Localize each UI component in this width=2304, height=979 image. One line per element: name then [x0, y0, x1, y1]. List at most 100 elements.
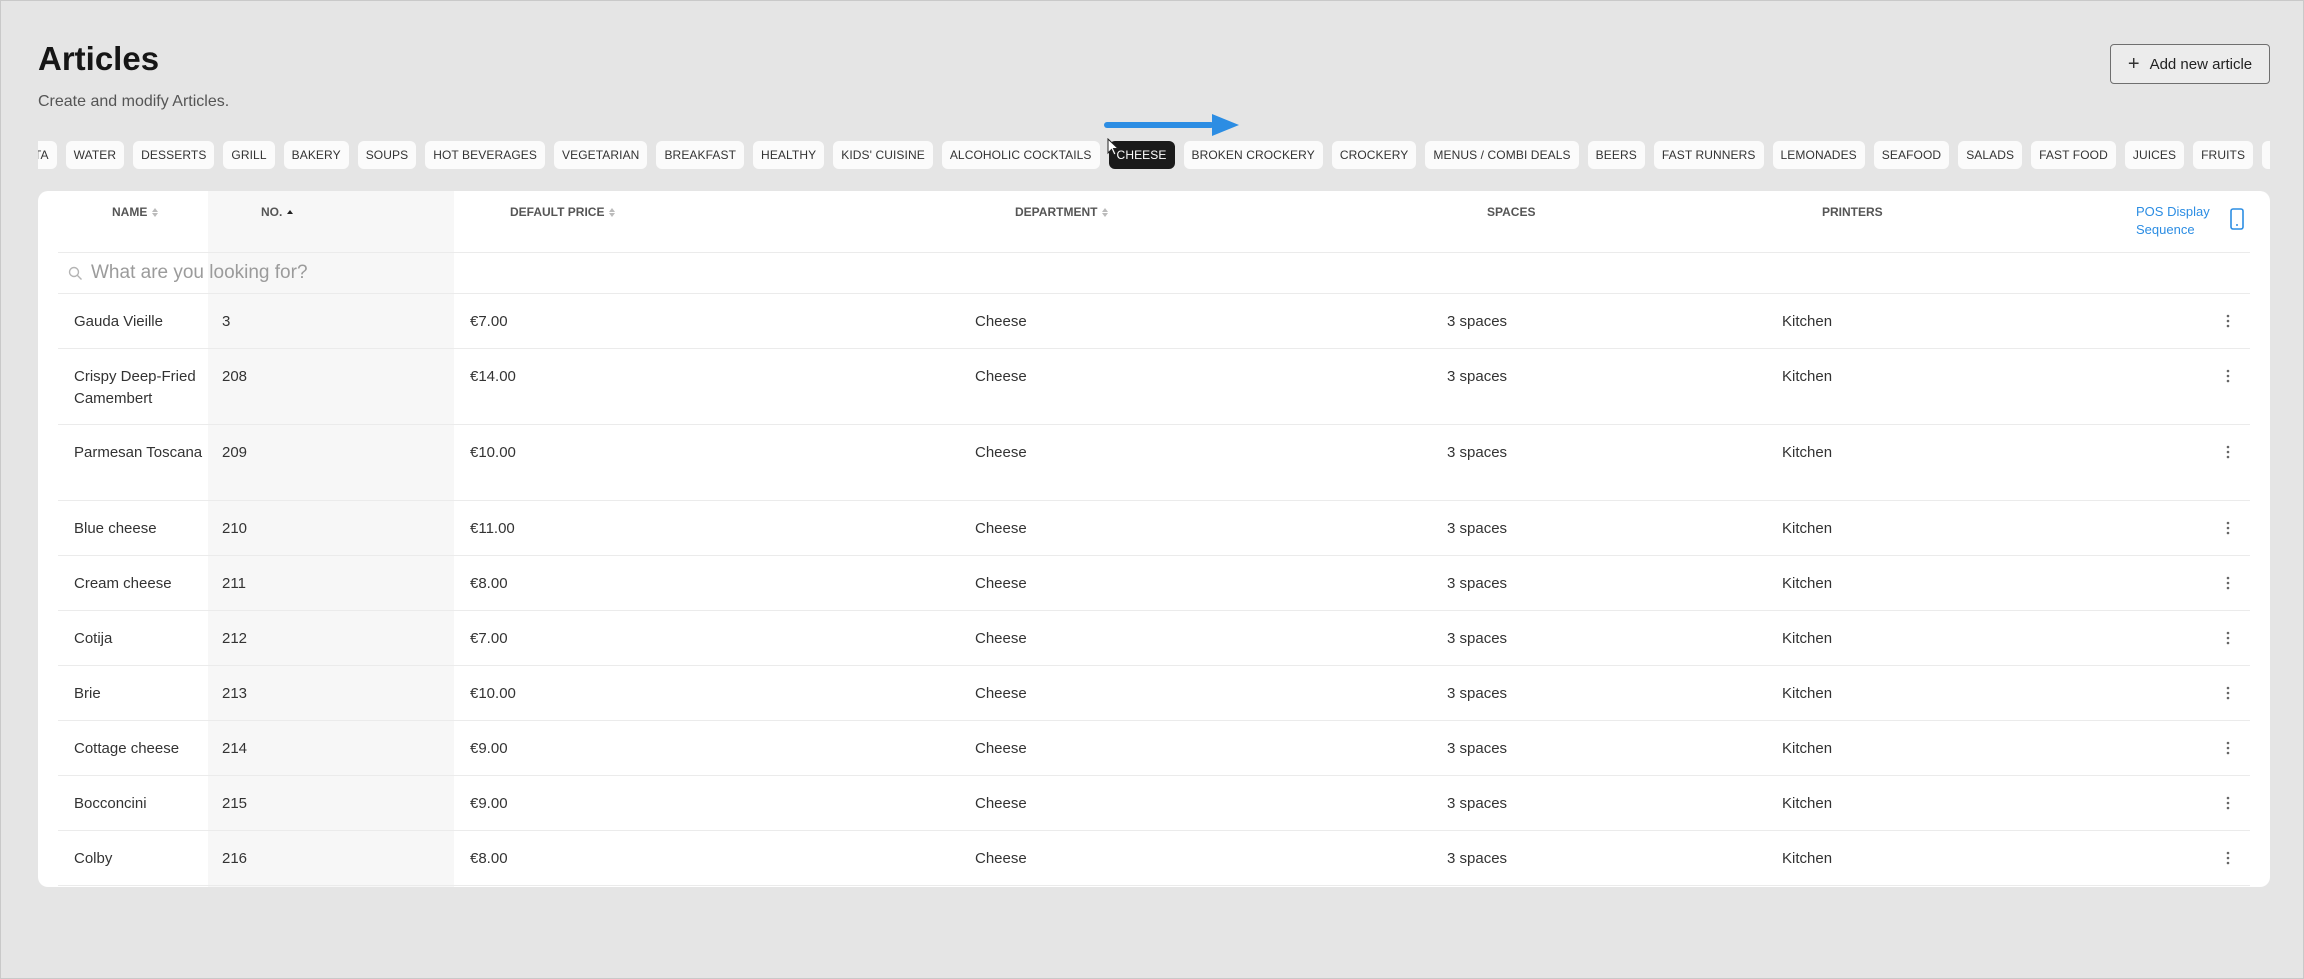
- article-price-cell: €10.00: [470, 685, 516, 702]
- more-vertical-icon[interactable]: [2222, 627, 2234, 649]
- category-chip[interactable]: FAST FOOD: [2031, 141, 2116, 169]
- category-chip[interactable]: MENUS / COMBI DEALS: [1425, 141, 1579, 169]
- article-spaces-cell: 3 spaces: [1447, 368, 1508, 385]
- category-chip[interactable]: TA: [38, 141, 57, 169]
- article-spaces-cell: 3 spaces: [1447, 520, 1508, 537]
- article-spaces-cell: 3 spaces: [1447, 740, 1508, 757]
- category-chip[interactable]: FAST RUNNERS: [1653, 141, 1764, 169]
- column-header-department-label: DEPARTMENT: [1015, 205, 1098, 219]
- category-chip[interactable]: HOT BEVERAGES: [425, 141, 545, 169]
- tablet-icon[interactable]: [2230, 208, 2244, 230]
- article-number-cell: 209: [222, 444, 248, 461]
- article-printers-cell: Kitchen: [1782, 520, 1833, 537]
- article-spaces-cell: 3 spaces: [1447, 685, 1508, 702]
- article-price-cell: €7.00: [470, 313, 508, 330]
- arrow-right-icon: [1104, 114, 1239, 136]
- more-vertical-icon[interactable]: [2222, 847, 2234, 869]
- add-article-label: Add new article: [2149, 55, 2253, 73]
- article-department-cell: Cheese: [975, 313, 1027, 330]
- article-department-cell: Cheese: [975, 520, 1027, 537]
- table-row[interactable]: Blue cheese 210 €11.00 Cheese 3 spaces Kitche…: [58, 501, 2250, 556]
- category-chip[interactable]: SOUPS: [357, 141, 417, 169]
- article-department-cell: Cheese: [975, 685, 1027, 702]
- pos-display-sequence-link[interactable]: POS Display Sequence: [2136, 203, 2236, 239]
- category-chip[interactable]: HEALTHY: [753, 141, 825, 169]
- table-row[interactable]: Parmesan Toscana 209 €10.00 Cheese 3 spaces K…: [58, 425, 2250, 501]
- category-chip[interactable]: WATER: [65, 141, 125, 169]
- article-number-cell: 213: [222, 685, 248, 702]
- sort-icon: [1102, 207, 1109, 217]
- article-department-cell: Cheese: [975, 575, 1027, 592]
- article-price-cell: €8.00: [470, 850, 508, 867]
- category-chip[interactable]: SEAFOOD: [1873, 141, 1950, 169]
- more-vertical-icon[interactable]: [2222, 792, 2234, 814]
- category-chip[interactable]: FRUITS: [2193, 141, 2254, 169]
- category-chip[interactable]: CROCKERY: [1331, 141, 1417, 169]
- article-price-cell: €10.00: [470, 444, 516, 461]
- category-chip-list: TA WATER DESSERTS GRILL BAKERY SOUPS HOT BEVER…: [38, 141, 2270, 169]
- category-chip[interactable]: VEGETARIAN: [553, 141, 648, 169]
- category-chip[interactable]: SODA: [2262, 141, 2270, 169]
- table-search: [58, 253, 2250, 294]
- column-header-no-label: NO.: [261, 205, 283, 219]
- category-chip[interactable]: BEERS: [1587, 141, 1645, 169]
- article-printers-cell: Kitchen: [1782, 850, 1833, 867]
- article-spaces-cell: 3 spaces: [1447, 630, 1508, 647]
- article-number-cell: 3: [222, 313, 231, 330]
- column-header-name[interactable]: NAME: [112, 205, 159, 219]
- category-chip[interactable]: JUICES: [2124, 141, 2185, 169]
- more-vertical-icon[interactable]: [2222, 365, 2234, 387]
- more-vertical-icon[interactable]: [2222, 441, 2234, 463]
- article-printers-cell: Kitchen: [1782, 795, 1833, 812]
- article-printers-cell: Kitchen: [1782, 575, 1833, 592]
- article-department-cell: Cheese: [975, 795, 1027, 812]
- table-row[interactable]: Brie 213 €10.00 Cheese 3 spaces Kitchen: [58, 666, 2250, 721]
- more-vertical-icon[interactable]: [2222, 682, 2234, 704]
- column-header-price[interactable]: DEFAULT PRICE: [510, 205, 616, 219]
- article-price-cell: €11.00: [470, 520, 515, 537]
- category-chip[interactable]: BAKERY: [283, 141, 349, 169]
- category-chip[interactable]: KIDS' CUISINE: [833, 141, 933, 169]
- category-chip[interactable]: BREAKFAST: [656, 141, 745, 169]
- table-row[interactable]: Cream cheese 211 €8.00 Cheese 3 spaces Kitche…: [58, 556, 2250, 611]
- more-vertical-icon[interactable]: [2222, 737, 2234, 759]
- article-spaces-cell: 3 spaces: [1447, 575, 1508, 592]
- search-input[interactable]: [91, 262, 1291, 284]
- more-vertical-icon[interactable]: [2222, 310, 2234, 332]
- table-row[interactable]: Crispy Deep-Fried Camembert 208 €14.00 Chee…: [58, 349, 2250, 425]
- article-name-cell: Crispy Deep-Fried Camembert: [74, 368, 196, 407]
- category-chip[interactable]: SALADS: [1958, 141, 2023, 169]
- table-row[interactable]: Colby 216 €8.00 Cheese 3 spaces Kitchen: [58, 831, 2250, 886]
- article-spaces-cell: 3 spaces: [1447, 795, 1508, 812]
- article-name-cell: Cream cheese: [74, 575, 172, 592]
- table-row[interactable]: Bocconcini 215 €9.00 Cheese 3 spaces Kitchen: [58, 776, 2250, 831]
- article-printers-cell: Kitchen: [1782, 313, 1833, 330]
- article-printers-cell: Kitchen: [1782, 368, 1833, 385]
- article-department-cell: Cheese: [975, 740, 1027, 757]
- column-header-no[interactable]: NO.: [261, 205, 294, 219]
- sort-icon: [609, 207, 616, 217]
- table-body: Gauda Vieille 3 €7.00 Cheese 3 spaces Kitchen…: [58, 294, 2250, 886]
- column-header-spaces-label: SPACES: [1487, 205, 1536, 219]
- table-row[interactable]: Gauda Vieille 3 €7.00 Cheese 3 spaces Kitchen: [58, 294, 2250, 349]
- category-chip[interactable]: ALCOHOLIC COCKTAILS: [941, 141, 1100, 169]
- column-header-department[interactable]: DEPARTMENT: [1015, 205, 1109, 219]
- category-chip[interactable]: LEMONADES: [1772, 141, 1865, 169]
- column-header-printers: PRINTERS: [1822, 205, 1883, 219]
- category-chip[interactable]: BROKEN CROCKERY: [1183, 141, 1323, 169]
- article-name-cell: Brie: [74, 685, 101, 702]
- article-spaces-cell: 3 spaces: [1447, 444, 1508, 461]
- table-row[interactable]: Cotija 212 €7.00 Cheese 3 spaces Kitchen: [58, 611, 2250, 666]
- mouse-cursor-icon: [1107, 138, 1119, 156]
- article-number-cell: 216: [222, 850, 248, 867]
- more-vertical-icon[interactable]: [2222, 572, 2234, 594]
- plus-icon: +: [2127, 53, 2140, 75]
- article-number-cell: 215: [222, 795, 248, 812]
- category-chip[interactable]: DESSERTS: [133, 141, 215, 169]
- add-article-button[interactable]: + Add new article: [2110, 44, 2270, 84]
- category-chip[interactable]: GRILL: [223, 141, 275, 169]
- more-vertical-icon[interactable]: [2222, 517, 2234, 539]
- table-row[interactable]: Cottage cheese 214 €9.00 Cheese 3 spaces Kitc…: [58, 721, 2250, 776]
- column-header-printers-label: PRINTERS: [1822, 205, 1883, 219]
- table-header: NAME NO. DEFAULT PRICE DEPARTMENT SPACES…: [58, 191, 2250, 253]
